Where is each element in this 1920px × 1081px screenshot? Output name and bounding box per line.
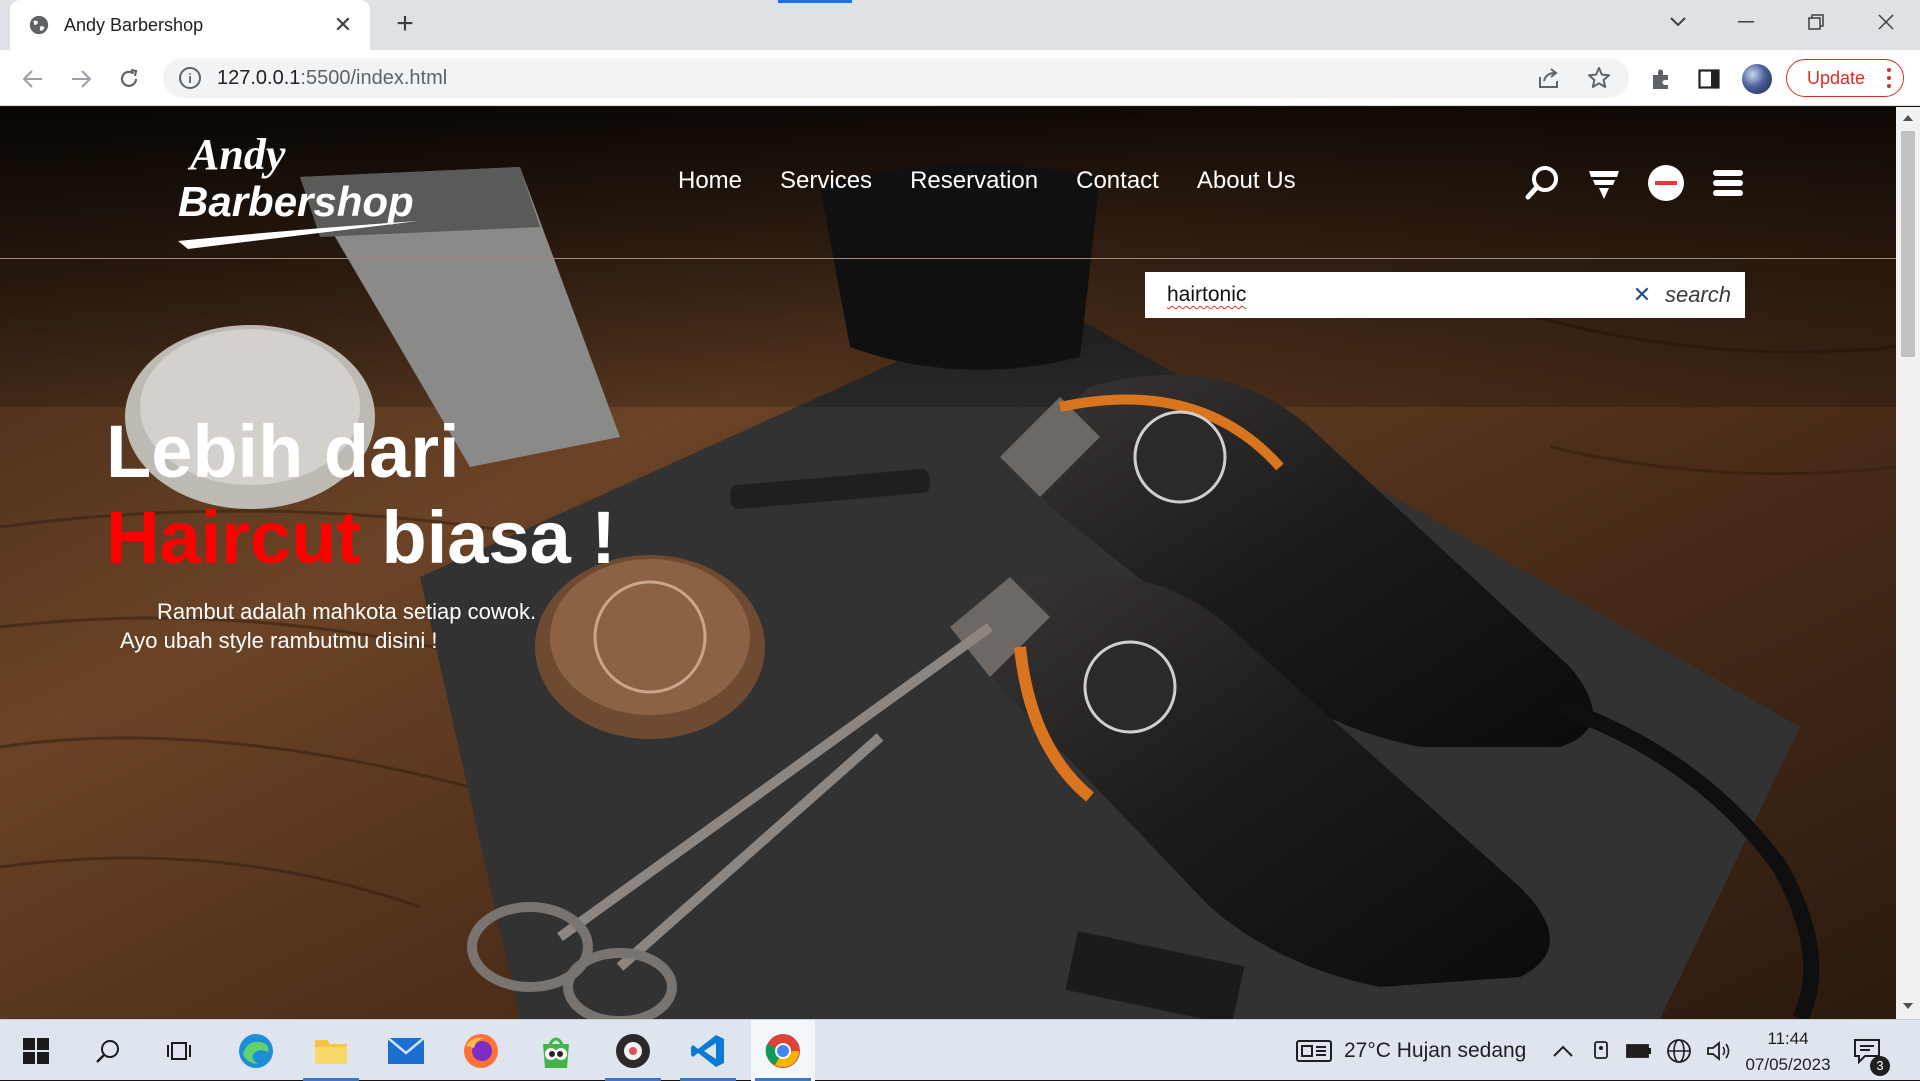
firefox-icon[interactable] [449, 1020, 513, 1081]
browser-tab[interactable]: Andy Barbershop ✕ [10, 0, 370, 50]
globe-icon [29, 15, 49, 35]
site-info-icon[interactable]: i [179, 67, 201, 89]
clock-time: 11:44 [1767, 1029, 1809, 1048]
file-explorer-icon[interactable] [299, 1020, 363, 1081]
notification-count-badge: 3 [1870, 1056, 1890, 1076]
bookmark-star-icon[interactable] [1579, 58, 1619, 98]
edge-browser-icon[interactable] [224, 1020, 288, 1081]
tab-strip: Andy Barbershop ✕ + [0, 0, 1920, 50]
taskbar-search-icon[interactable] [76, 1020, 140, 1081]
header-icons [1522, 163, 1770, 203]
volume-icon[interactable] [1706, 1040, 1732, 1062]
scroll-up-arrow-icon[interactable] [1903, 115, 1913, 121]
media-player-icon[interactable] [601, 1020, 665, 1081]
minimize-window-button[interactable] [1716, 0, 1776, 44]
andy-barbershop-logo[interactable]: Andy Barbershop [178, 121, 428, 251]
weather-text: 27°C Hujan sedang [1344, 1038, 1527, 1062]
profile-avatar[interactable] [1742, 64, 1772, 94]
close-tab-icon[interactable]: ✕ [330, 12, 356, 38]
system-tray [1552, 1020, 1732, 1081]
update-button[interactable]: Update [1786, 59, 1904, 97]
weather-news-icon [1296, 1039, 1332, 1062]
loading-indicator [778, 0, 852, 3]
nav-about-us[interactable]: About Us [1197, 167, 1296, 195]
chrome-icon[interactable] [751, 1020, 815, 1081]
menu-icon[interactable] [1708, 163, 1748, 203]
brand-badge-icon[interactable] [1646, 163, 1686, 203]
tab-title: Andy Barbershop [64, 14, 204, 35]
nav-services[interactable]: Services [780, 167, 872, 195]
tab-search-chevron-icon[interactable] [1648, 0, 1708, 44]
show-hidden-icons-chevron-icon[interactable] [1552, 1044, 1574, 1058]
vscode-icon[interactable] [676, 1020, 740, 1081]
main-nav: Home Services Reservation Contact About … [678, 167, 1334, 195]
more-menu-icon[interactable] [1887, 68, 1891, 92]
forward-icon[interactable] [66, 64, 96, 94]
page-scrollbar[interactable] [1896, 107, 1920, 1019]
search-form: hairtonic ✕ search [1145, 272, 1745, 318]
hero-title-highlight: Haircut [106, 496, 361, 579]
clock-date: 07/05/2023 [1745, 1055, 1831, 1074]
extensions-icon[interactable] [1646, 64, 1676, 94]
start-windows-icon[interactable] [4, 1020, 68, 1081]
close-window-button[interactable] [1856, 0, 1916, 44]
nav-contact[interactable]: Contact [1076, 167, 1159, 195]
back-icon[interactable] [18, 64, 48, 94]
reload-icon[interactable] [114, 64, 144, 94]
page-viewport: Andy Barbershop Home Services Reservatio… [0, 107, 1896, 1019]
filter-icon[interactable] [1584, 163, 1624, 203]
nav-home[interactable]: Home [678, 167, 742, 195]
side-panel-icon[interactable] [1694, 64, 1724, 94]
url-text[interactable]: 127.0.0.1:5500/index.html [217, 67, 1529, 90]
share-icon[interactable] [1529, 58, 1569, 98]
hero-subtitle: Rambut adalah mahkota setiap cowok. Ayo … [120, 599, 537, 653]
site-header: Andy Barbershop Home Services Reservatio… [0, 107, 1896, 259]
new-tab-button[interactable]: + [390, 9, 420, 40]
system-clock[interactable]: 11:44 07/05/2023 [1732, 1026, 1844, 1078]
address-bar[interactable]: i 127.0.0.1:5500/index.html [163, 58, 1629, 98]
search-input[interactable]: hairtonic [1167, 283, 1627, 307]
hero-title: Lebih dari Haircut biasa ! [106, 410, 616, 579]
tokopedia-icon[interactable] [524, 1020, 588, 1081]
search-button[interactable]: search [1665, 282, 1731, 308]
task-view-icon[interactable] [148, 1020, 212, 1081]
mail-icon[interactable] [374, 1020, 438, 1081]
svg-text:Barbershop: Barbershop [178, 178, 414, 225]
weather-widget[interactable]: 27°C Hujan sedang [1296, 1020, 1526, 1081]
camera-tray-icon[interactable] [1592, 1040, 1612, 1062]
scrollbar-thumb[interactable] [1901, 131, 1915, 357]
windows-taskbar: 27°C Hujan sedang 11:44 07/05/2023 3 [0, 1019, 1920, 1081]
battery-icon[interactable] [1626, 1043, 1652, 1059]
clear-search-icon[interactable]: ✕ [1627, 282, 1657, 308]
browser-toolbar: i 127.0.0.1:5500/index.html Update [0, 50, 1920, 106]
svg-text:Andy: Andy [187, 130, 286, 179]
nav-reservation[interactable]: Reservation [910, 167, 1038, 195]
network-globe-icon[interactable] [1666, 1038, 1692, 1064]
search-icon[interactable] [1522, 163, 1562, 203]
restore-window-button[interactable] [1786, 0, 1846, 44]
scroll-down-arrow-icon[interactable] [1903, 1003, 1913, 1009]
